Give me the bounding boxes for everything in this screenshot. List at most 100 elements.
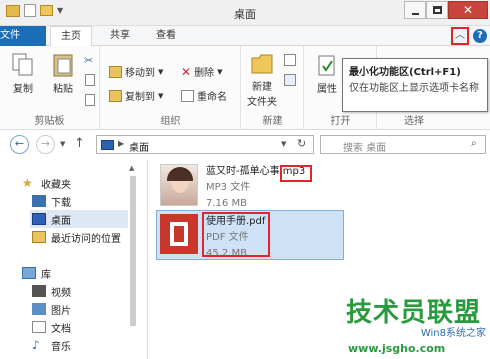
copy-to-label: 复制到 bbox=[125, 92, 155, 103]
file-info-highlight bbox=[202, 212, 270, 257]
ribbon-tabs: 文件 主页 共享 查看 ︿ ? bbox=[0, 26, 490, 47]
delete-label: 删除 bbox=[194, 68, 215, 79]
nav-desktop-label: 桌面 bbox=[51, 215, 71, 227]
file-type: MP3 文件 bbox=[206, 182, 251, 193]
tooltip-description: 仅在功能区上显示选项卡名称 bbox=[349, 83, 479, 94]
move-to-icon bbox=[109, 65, 122, 78]
easy-access-icon[interactable] bbox=[284, 74, 296, 86]
downloads-icon bbox=[32, 195, 46, 207]
tab-home[interactable]: 主页 bbox=[50, 26, 92, 47]
music-icon: ♪ bbox=[32, 338, 40, 352]
address-dropdown-icon[interactable]: ▼ bbox=[281, 140, 286, 148]
album-art-thumbnail bbox=[160, 164, 198, 206]
paste-shortcut-icon[interactable] bbox=[85, 94, 95, 106]
new-folder-label-line1: 新建 bbox=[252, 82, 272, 93]
search-input[interactable]: 搜索 桌面 bbox=[343, 139, 386, 154]
copy-to-button[interactable]: 复制到 ▼ bbox=[109, 88, 163, 103]
file-name: 蓝又时-孤单心事 bbox=[206, 166, 280, 177]
tab-view[interactable]: 查看 bbox=[146, 26, 186, 46]
nav-libraries[interactable]: 库 bbox=[22, 264, 51, 282]
properties-icon bbox=[315, 52, 339, 78]
pdf-icon bbox=[160, 214, 198, 254]
nav-pictures[interactable]: 图片 bbox=[32, 300, 71, 318]
tab-file[interactable]: 文件 bbox=[0, 26, 46, 46]
arrow-right-icon: → bbox=[40, 137, 51, 150]
address-row: ← → ▼ ↑ ▶ 桌面 ▼ ↻ 搜索 桌面 ⌕ bbox=[0, 131, 490, 157]
nav-music-label: 音乐 bbox=[51, 341, 71, 353]
refresh-icon[interactable]: ↻ bbox=[297, 137, 306, 150]
nav-downloads[interactable]: 下载 bbox=[32, 192, 71, 210]
forward-button[interactable]: → bbox=[36, 135, 55, 154]
copy-button[interactable]: 复制 bbox=[8, 52, 38, 95]
nav-music[interactable]: ♪ 音乐 bbox=[32, 336, 71, 354]
nav-videos[interactable]: 视频 bbox=[32, 282, 71, 300]
new-folder-label-line2: 文件夹 bbox=[247, 97, 277, 108]
move-to-label: 移动到 bbox=[125, 68, 155, 79]
rename-label: 重命名 bbox=[197, 92, 227, 103]
search-icon: ⌕ bbox=[471, 138, 477, 149]
back-button[interactable]: ← bbox=[10, 135, 29, 154]
documents-icon bbox=[32, 321, 46, 333]
desktop-icon bbox=[32, 213, 46, 225]
scroll-up-icon[interactable]: ▲ bbox=[129, 164, 134, 172]
paste-icon bbox=[51, 52, 75, 78]
copy-icon bbox=[11, 52, 35, 78]
libraries-icon bbox=[22, 267, 36, 279]
properties-label: 属性 bbox=[317, 84, 337, 95]
copy-path-icon[interactable] bbox=[85, 74, 95, 86]
pictures-icon bbox=[32, 303, 46, 315]
close-button[interactable]: ✕ bbox=[448, 1, 488, 19]
help-icon[interactable]: ? bbox=[473, 29, 487, 43]
recent-locations-button[interactable]: ▼ bbox=[60, 140, 65, 148]
extension-highlight bbox=[280, 165, 312, 182]
clipboard-group-label: 剪贴板 bbox=[34, 116, 65, 127]
address-bar[interactable]: ▶ 桌面 ▼ ↻ bbox=[96, 135, 314, 154]
watermark-url: www.jsgho.com bbox=[348, 342, 446, 355]
chevron-up-icon: ︿ bbox=[455, 30, 465, 41]
move-to-button[interactable]: 移动到 ▼ bbox=[109, 64, 163, 79]
delete-icon: ✕ bbox=[181, 64, 192, 79]
select-group-label: 选择 bbox=[404, 116, 424, 127]
copy-label: 复制 bbox=[13, 84, 33, 95]
nav-desktop[interactable]: 桌面 bbox=[30, 210, 128, 228]
new-folder-button[interactable]: 新建 文件夹 bbox=[244, 50, 280, 108]
copy-to-icon bbox=[109, 89, 122, 102]
nav-scrollbar[interactable]: ▲ bbox=[128, 160, 138, 359]
organize-group-label: 组织 bbox=[160, 116, 181, 127]
nav-favorites[interactable]: ★ 收藏夹 bbox=[22, 174, 71, 192]
nav-favorites-label: 收藏夹 bbox=[41, 179, 71, 191]
up-button[interactable]: ↑ bbox=[74, 136, 85, 151]
address-path: 桌面 bbox=[129, 143, 149, 154]
tooltip-title: 最小化功能区(Ctrl+F1) bbox=[349, 67, 461, 78]
star-icon: ★ bbox=[22, 176, 33, 190]
cut-icon[interactable]: ✂ bbox=[84, 54, 93, 67]
nav-recent-label: 最近访问的位置 bbox=[51, 233, 121, 245]
new-item-icon[interactable] bbox=[284, 54, 296, 66]
maximize-button[interactable] bbox=[426, 1, 448, 19]
minimize-button[interactable] bbox=[404, 1, 426, 19]
chevron-down-icon: ▼ bbox=[217, 67, 223, 76]
tab-share[interactable]: 共享 bbox=[100, 26, 140, 46]
nav-libraries-label: 库 bbox=[41, 269, 51, 281]
paste-label: 粘贴 bbox=[53, 84, 73, 95]
new-group-label: 新建 bbox=[262, 116, 283, 127]
delete-button[interactable]: ✕ 删除 ▼ bbox=[181, 64, 223, 80]
title-bar: ▼ 桌面 ✕ bbox=[0, 0, 490, 26]
paste-button[interactable]: 粘贴 bbox=[48, 52, 78, 95]
desktop-small-icon bbox=[101, 140, 114, 150]
chevron-down-icon: ▼ bbox=[158, 91, 164, 100]
nav-documents[interactable]: 文档 bbox=[32, 318, 71, 336]
nav-videos-label: 视频 bbox=[51, 287, 71, 299]
minimize-ribbon-tooltip: 最小化功能区(Ctrl+F1) 仅在功能区上显示选项卡名称 bbox=[342, 58, 488, 112]
chevron-down-icon: ▼ bbox=[158, 67, 164, 76]
group-clipboard: 复制 粘贴 ✂ 剪贴板 bbox=[0, 46, 100, 130]
watermark-logo: 技术员联盟 Win8系统之家 www.jsgho.com bbox=[342, 292, 490, 359]
search-box[interactable]: 搜索 桌面 ⌕ bbox=[320, 135, 486, 154]
nav-downloads-label: 下载 bbox=[51, 197, 71, 209]
nav-recent[interactable]: 最近访问的位置 bbox=[32, 228, 121, 246]
scroll-thumb[interactable] bbox=[130, 176, 136, 326]
properties-button[interactable]: 属性 bbox=[309, 52, 345, 95]
minimize-ribbon-button[interactable]: ︿ bbox=[451, 27, 469, 45]
rename-button[interactable]: 重命名 bbox=[181, 88, 227, 103]
nav-documents-label: 文档 bbox=[51, 323, 71, 335]
